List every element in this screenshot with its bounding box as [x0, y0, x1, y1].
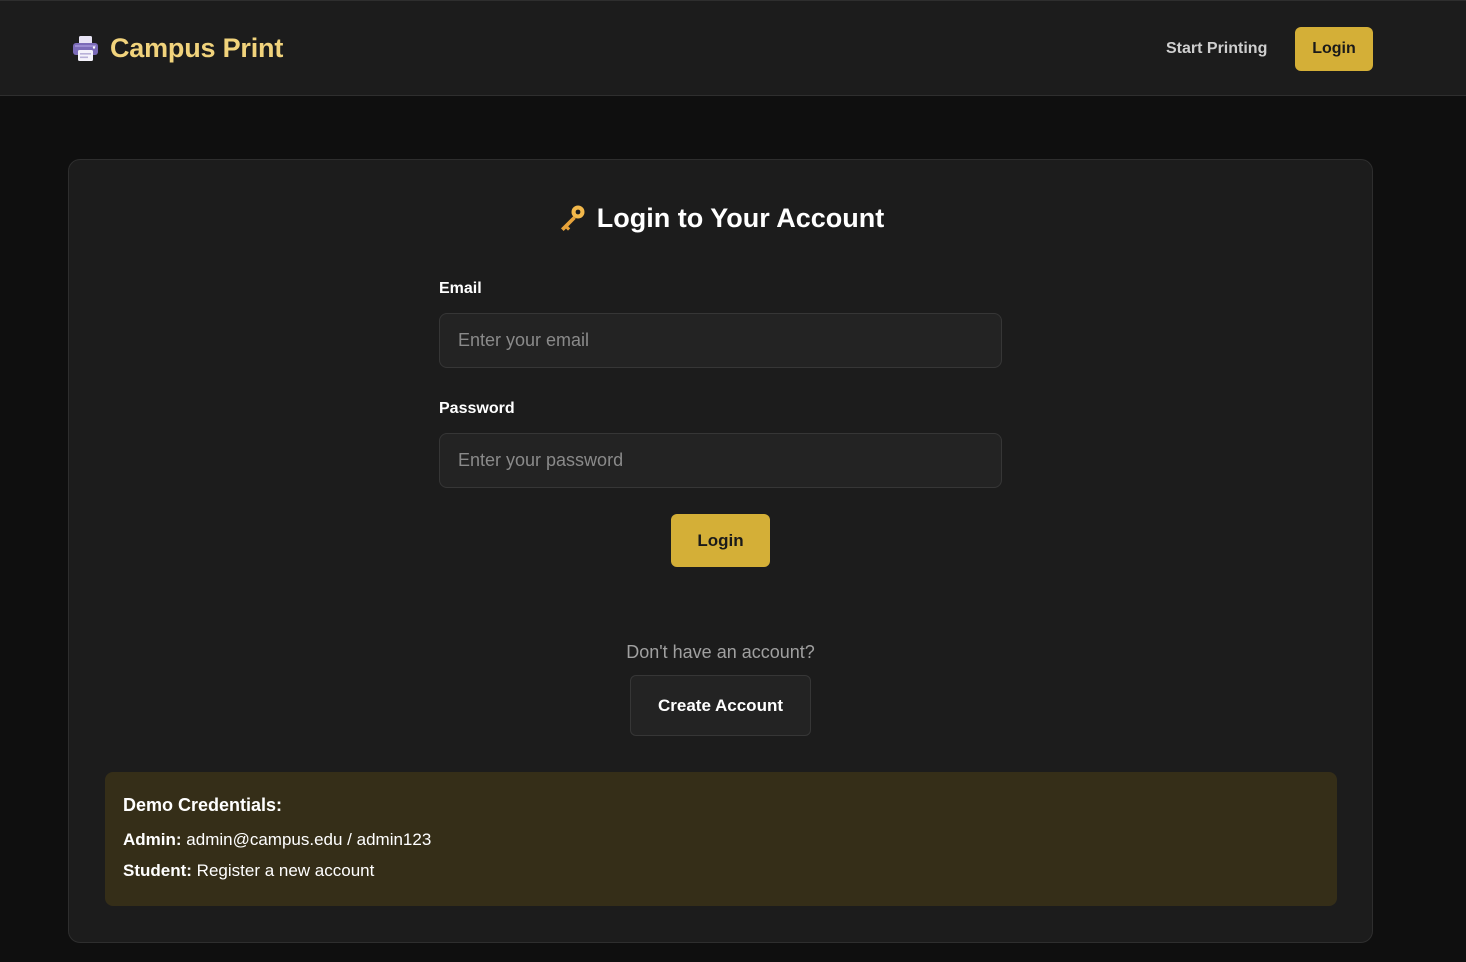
demo-admin-key: Admin: [123, 830, 182, 849]
demo-student-value: Register a new account [196, 861, 375, 880]
demo-admin-value: admin@campus.edu / admin123 [186, 830, 432, 849]
create-account-button[interactable]: Create Account [630, 675, 811, 736]
key-icon [557, 203, 587, 233]
login-heading: Login to Your Account [69, 200, 1372, 236]
demo-credentials-title: Demo Credentials: [123, 795, 283, 815]
no-account-text: Don't have an account? [626, 642, 815, 662]
password-label: Password [439, 400, 515, 417]
login-submit-button[interactable]: Login [671, 514, 770, 567]
top-navbar: Campus Print Start Printing Login [0, 0, 1466, 96]
brand-name: Campus Print [110, 33, 284, 63]
nav-login-button[interactable]: Login [1295, 27, 1373, 71]
email-field[interactable] [439, 313, 1002, 368]
nav-start-printing-link[interactable]: Start Printing [1166, 38, 1267, 60]
printer-icon [71, 34, 100, 63]
demo-credentials-box: Demo Credentials: Admin: admin@campus.ed… [105, 772, 1337, 906]
password-field[interactable] [439, 433, 1002, 488]
demo-student-key: Student: [123, 861, 192, 880]
email-label: Email [439, 280, 482, 297]
brand-link[interactable]: Campus Print [71, 31, 283, 65]
login-card: Login to Your Account Email Password Log… [68, 159, 1373, 943]
demo-admin-line: Admin: admin@campus.edu / admin123 [123, 829, 431, 851]
page-title: Login to Your Account [596, 203, 885, 233]
demo-student-line: Student: Register a new account [123, 860, 374, 882]
